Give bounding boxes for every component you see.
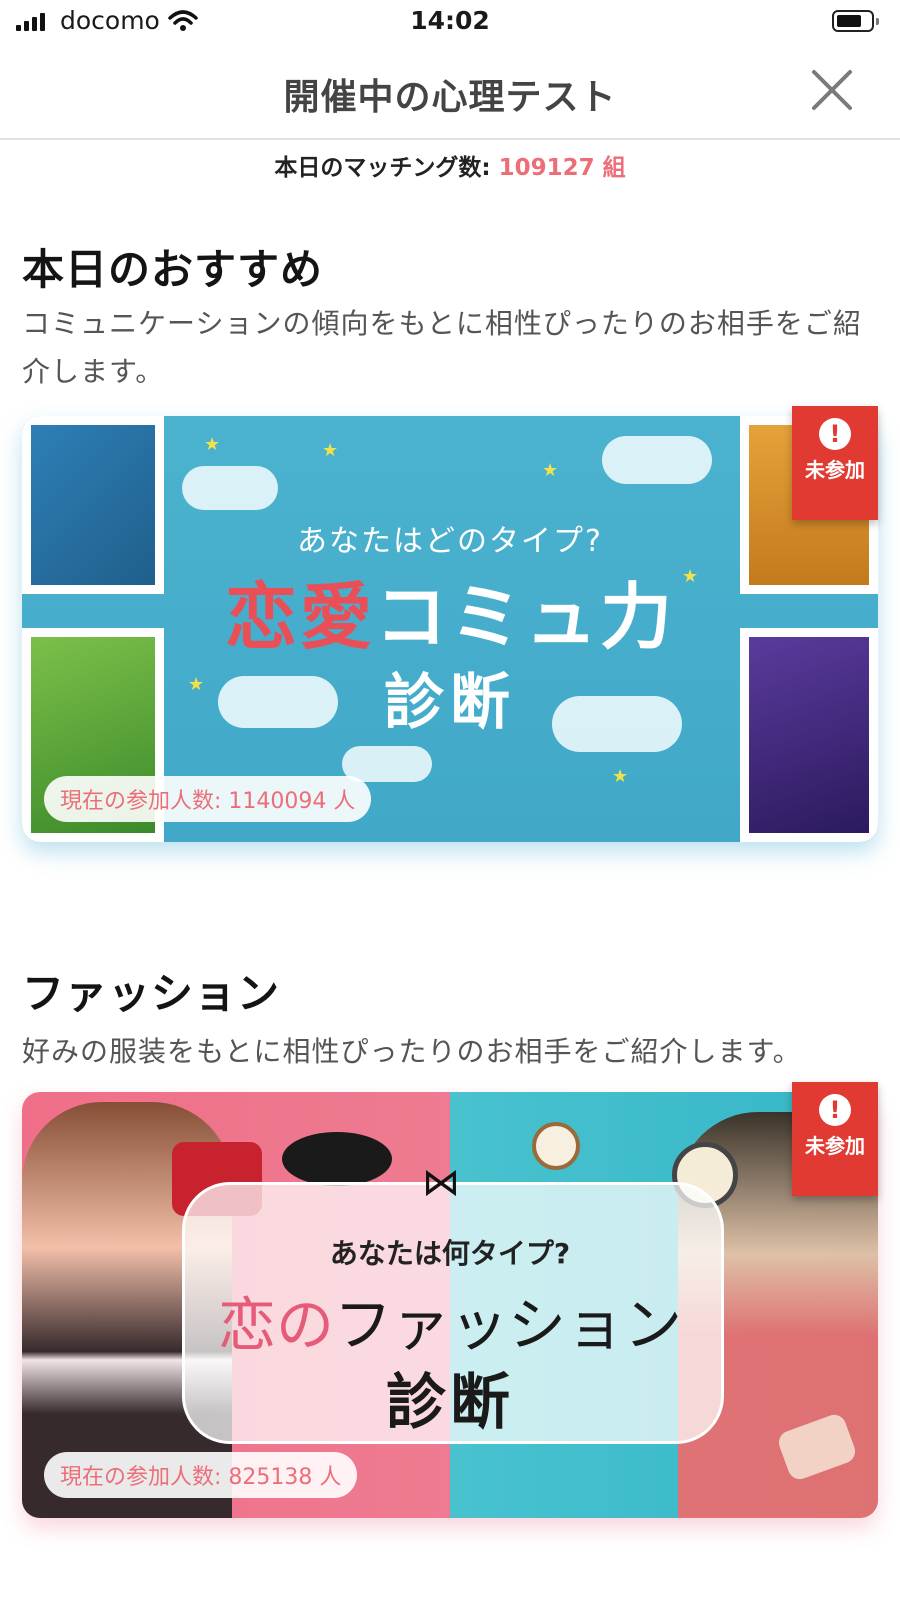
close-button[interactable] — [808, 66, 856, 114]
alert-icon: ! — [819, 418, 851, 450]
banner-title-red: 恋愛 — [224, 575, 375, 659]
close-icon — [812, 70, 852, 110]
test-banner-fashion[interactable]: ⋈ あなたは何タイプ? 恋のファッション 診断 現在の参加人数: 825138 … — [22, 1092, 878, 1518]
section-title: 本日のおすすめ — [22, 245, 324, 294]
clock: 14:02 — [410, 6, 490, 35]
banner-title-white: コミュ力 — [375, 575, 676, 659]
matching-count: 本日のマッチング数: 109127 組 — [0, 148, 900, 182]
hat-image — [282, 1132, 392, 1186]
banner-title-pink: 恋の — [217, 1291, 334, 1359]
banner-subtitle: あなたは何タイプ? — [329, 1237, 571, 1270]
participant-count: 現在の参加人数: 825138 人 — [44, 1452, 358, 1498]
bow-icon: ⋈ — [422, 1160, 460, 1204]
not-joined-badge: ! 未参加 — [792, 406, 878, 520]
participant-count: 現在の参加人数: 1140094 人 — [44, 776, 372, 822]
page-title: 開催中の心理テスト — [283, 77, 617, 118]
section-description: 好みの服装をもとに相性ぴったりのお相手をご紹介します。 — [22, 1035, 802, 1068]
badge-label: 未参加 — [805, 458, 865, 482]
banner-title-line2: 診断 — [384, 668, 516, 738]
battery-icon — [832, 10, 879, 32]
alert-icon: ! — [819, 1094, 851, 1126]
nav-bar: 開催中の心理テスト — [0, 46, 900, 140]
section-description: コミュニケーションの傾向をもとに相性ぴったりのお相手をご紹介します。 — [22, 307, 862, 388]
banner-title-dark: ファッション — [334, 1291, 683, 1359]
not-joined-badge: ! 未参加 — [792, 1082, 878, 1196]
status-bar: docomo 14:02 — [0, 0, 900, 46]
banner-title-line2: 診断 — [386, 1368, 514, 1438]
matching-label: 本日のマッチング数: — [274, 155, 499, 181]
matching-number: 109127 組 — [498, 155, 626, 181]
watch-image — [532, 1122, 580, 1170]
banner-title: 恋愛コミュ力 — [22, 558, 878, 663]
banner-subtitle: あなたはどのタイプ? — [297, 524, 603, 559]
banner-title: 恋のファッション — [22, 1278, 878, 1362]
section-title: ファッション — [22, 969, 281, 1018]
badge-label: 未参加 — [805, 1134, 865, 1158]
test-banner-communication[interactable]: ★ ★ ★ ★ ★ ★ あなたはどのタイプ? 恋愛コミュ力 診断 現在の参加人数… — [22, 416, 878, 842]
